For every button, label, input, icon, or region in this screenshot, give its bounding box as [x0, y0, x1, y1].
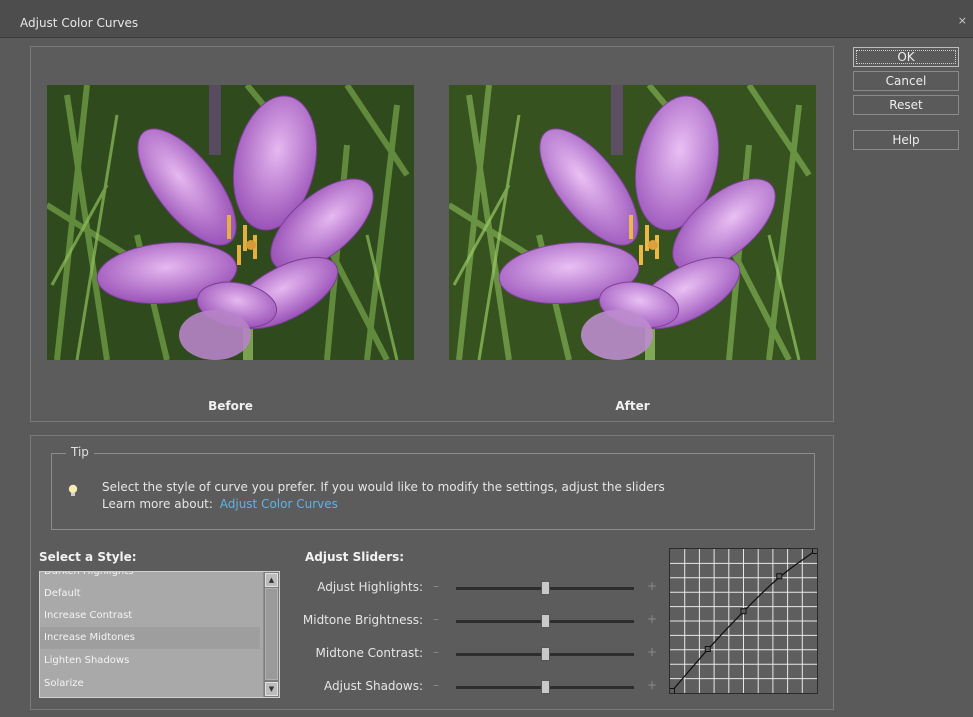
adjust-color-curves-link[interactable]: Adjust Color Curves [220, 497, 338, 511]
plus-icon: + [647, 678, 658, 692]
preview-panel: Before After [30, 46, 834, 422]
tip-message: Select the style of curve you prefer. If… [102, 480, 665, 494]
select-style-heading: Select a Style: [39, 550, 137, 564]
list-item[interactable]: Solarize [40, 673, 260, 695]
plus-icon: + [647, 645, 658, 659]
reset-button[interactable]: Reset [853, 95, 959, 115]
title-bar: Adjust Color Curves × [0, 0, 973, 38]
minus-icon: – [433, 579, 439, 593]
adjust-highlights-slider-row: Adjust Highlights: – + [281, 578, 661, 598]
ok-button[interactable]: OK [853, 47, 959, 67]
midtone-contrast-label: Midtone Contrast: [315, 646, 423, 660]
scroll-down-arrow-icon[interactable]: ▼ [265, 682, 278, 696]
tip-legend: Tip [66, 445, 94, 459]
minus-icon: – [433, 678, 439, 692]
close-icon[interactable]: × [958, 14, 967, 27]
tip-box: Tip Select the style of curve you prefer… [51, 445, 815, 530]
plus-icon: + [647, 612, 658, 626]
style-list[interactable]: Darken Highlights Default Increase Contr… [39, 571, 280, 698]
adjust-highlights-thumb[interactable] [540, 581, 550, 595]
curve-point [776, 573, 783, 580]
midtone-brightness-label: Midtone Brightness: [302, 613, 423, 627]
after-label: After [615, 399, 650, 413]
cancel-button[interactable]: Cancel [853, 71, 959, 91]
help-button[interactable]: Help [853, 130, 959, 150]
window-title: Adjust Color Curves [20, 16, 139, 30]
list-item[interactable]: Increase Midtones [40, 627, 260, 649]
adjust-shadows-label: Adjust Shadows: [324, 679, 423, 693]
minus-icon: – [433, 645, 439, 659]
midtone-brightness-slider-row: Midtone Brightness: – + [281, 611, 661, 631]
curve-point [740, 608, 747, 615]
list-item[interactable]: Increase Contrast [40, 605, 260, 627]
curve-svg [669, 548, 818, 694]
midtone-contrast-thumb[interactable] [540, 647, 550, 661]
scrollbar-thumb[interactable] [265, 588, 278, 680]
list-item[interactable]: Darken Highlights [40, 572, 260, 583]
before-image [47, 85, 414, 360]
midtone-contrast-slider-row: Midtone Contrast: – + [281, 644, 661, 664]
adjust-shadows-slider-row: Adjust Shadows: – + [281, 677, 661, 697]
style-list-scrollbar[interactable]: ▲ ▼ [263, 572, 279, 697]
curve-graph [669, 548, 818, 694]
adjust-highlights-label: Adjust Highlights: [317, 580, 423, 594]
before-label: Before [208, 399, 253, 413]
tip-learn-more: Learn more about: Adjust Color Curves [102, 496, 665, 513]
lightbulb-icon [68, 484, 78, 501]
plus-icon: + [647, 579, 658, 593]
list-item[interactable]: Default [40, 583, 260, 605]
after-image [449, 85, 816, 360]
minus-icon: – [433, 612, 439, 626]
curve-point [669, 688, 675, 694]
settings-panel: Tip Select the style of curve you prefer… [30, 435, 834, 710]
curve-point [812, 548, 818, 554]
curve-point [704, 646, 711, 652]
list-item[interactable]: Lighten Shadows [40, 650, 260, 672]
scroll-up-arrow-icon[interactable]: ▲ [265, 573, 278, 587]
adjust-shadows-thumb[interactable] [540, 680, 550, 694]
tip-text: Select the style of curve you prefer. If… [102, 479, 665, 513]
learn-more-prefix: Learn more about: [102, 497, 213, 511]
adjust-sliders-heading: Adjust Sliders: [305, 550, 405, 564]
midtone-brightness-thumb[interactable] [540, 614, 550, 628]
